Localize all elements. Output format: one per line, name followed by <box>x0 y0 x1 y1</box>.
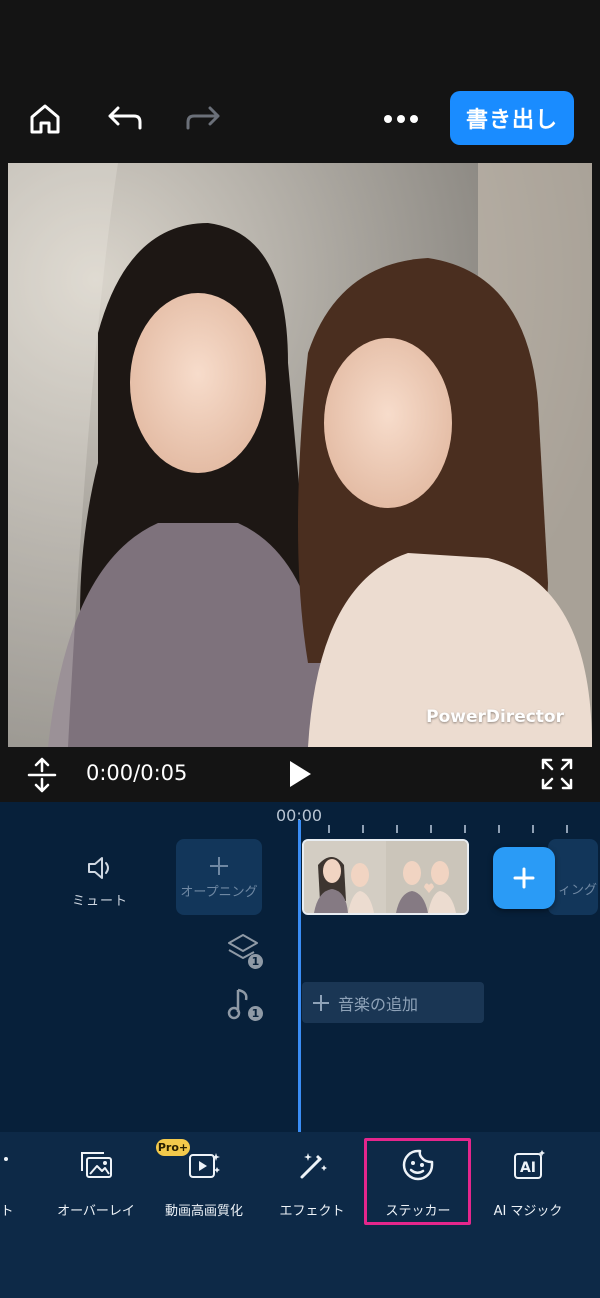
export-button[interactable]: 書き出し <box>450 91 574 145</box>
preview-photo <box>8 163 592 747</box>
ruler-tick <box>362 825 364 833</box>
redo-button[interactable] <box>180 96 226 142</box>
more-button[interactable] <box>378 96 424 142</box>
tool-video-enhance[interactable]: 動画高画質化 <box>160 1146 248 1219</box>
tool-overlay[interactable]: オーバーレイ <box>56 1146 136 1219</box>
music-track-button[interactable]: 1 <box>226 986 263 1024</box>
tool-partial[interactable]: ト <box>0 1146 14 1219</box>
clip-thumbnail <box>304 841 386 913</box>
timeline[interactable]: 00:00 ミュート オープニング ィング 1 1 音楽の追加 <box>0 802 600 1132</box>
sticker-highlight-frame <box>364 1138 471 1225</box>
home-icon <box>30 104 60 134</box>
video-enhance-icon <box>189 1153 220 1178</box>
svg-text:AI: AI <box>520 1160 536 1176</box>
add-music-label: 音楽の追加 <box>338 994 419 1014</box>
overlay-icon <box>81 1152 112 1178</box>
bottom-toolbar: ト オーバーレイ 動画高画質化 エフェクト ステッカー AI AI マジック <box>0 1132 600 1298</box>
playback-bar: 0:00/0:05 <box>0 747 600 802</box>
tool-ai-magic-label: AI マジック <box>493 1204 563 1219</box>
watermark: PowerDirector <box>426 707 564 727</box>
ruler-tick <box>566 825 568 833</box>
home-button[interactable] <box>22 96 68 142</box>
play-icon <box>290 761 311 787</box>
play-button[interactable] <box>287 759 313 793</box>
tool-video-enhance-label: 動画高画質化 <box>164 1204 243 1219</box>
adjust-height-button[interactable] <box>26 757 58 797</box>
mute-button[interactable]: ミュート <box>72 856 128 909</box>
tool-effect-label: エフェクト <box>279 1204 345 1219</box>
video-clip[interactable] <box>302 839 469 915</box>
tool-partial-label: ト <box>0 1204 14 1219</box>
add-music-button[interactable]: 音楽の追加 <box>302 982 484 1023</box>
clip-thumbnail <box>385 841 467 913</box>
opening-label: オープニング <box>180 884 258 900</box>
video-preview[interactable]: PowerDirector <box>8 163 592 747</box>
tool-effect[interactable]: エフェクト <box>272 1146 352 1219</box>
more-icon <box>384 115 418 123</box>
plus-icon <box>513 867 535 889</box>
ruler-tick <box>498 825 500 833</box>
ruler-tick <box>464 825 466 833</box>
speaker-icon <box>88 857 109 879</box>
ai-magic-icon: AI <box>514 1150 545 1179</box>
ruler-tick <box>328 825 330 833</box>
undo-icon <box>108 106 142 130</box>
fullscreen-icon <box>541 758 573 790</box>
fullscreen-button[interactable] <box>540 757 574 795</box>
add-opening-button[interactable]: オープニング <box>176 839 262 915</box>
ruler-tick <box>396 825 398 833</box>
plus-icon <box>210 856 228 875</box>
playback-time: 0:00/0:05 <box>86 761 188 785</box>
ruler-tick <box>532 825 534 833</box>
playhead[interactable] <box>298 820 301 1132</box>
layer-count-badge: 1 <box>248 954 263 969</box>
top-bar: 書き出し <box>0 0 600 160</box>
mute-label: ミュート <box>72 894 129 909</box>
music-count-badge: 1 <box>248 1006 263 1021</box>
effect-wand-icon <box>300 1153 327 1179</box>
redo-icon <box>186 106 220 130</box>
partial-icon <box>4 1157 8 1161</box>
add-ending-button[interactable]: ィング <box>548 839 598 915</box>
pro-badge: Pro+ <box>156 1139 190 1156</box>
tool-overlay-label: オーバーレイ <box>57 1204 135 1219</box>
layer-track-button[interactable]: 1 <box>226 932 263 969</box>
ending-label: ィング <box>558 883 598 898</box>
plus-icon <box>313 994 329 1011</box>
undo-button[interactable] <box>102 96 148 142</box>
ruler-tick <box>430 825 432 833</box>
expand-vertical-icon <box>27 757 57 793</box>
tool-ai-magic[interactable]: AI AI マジック <box>486 1146 570 1219</box>
add-media-button[interactable] <box>493 847 555 909</box>
